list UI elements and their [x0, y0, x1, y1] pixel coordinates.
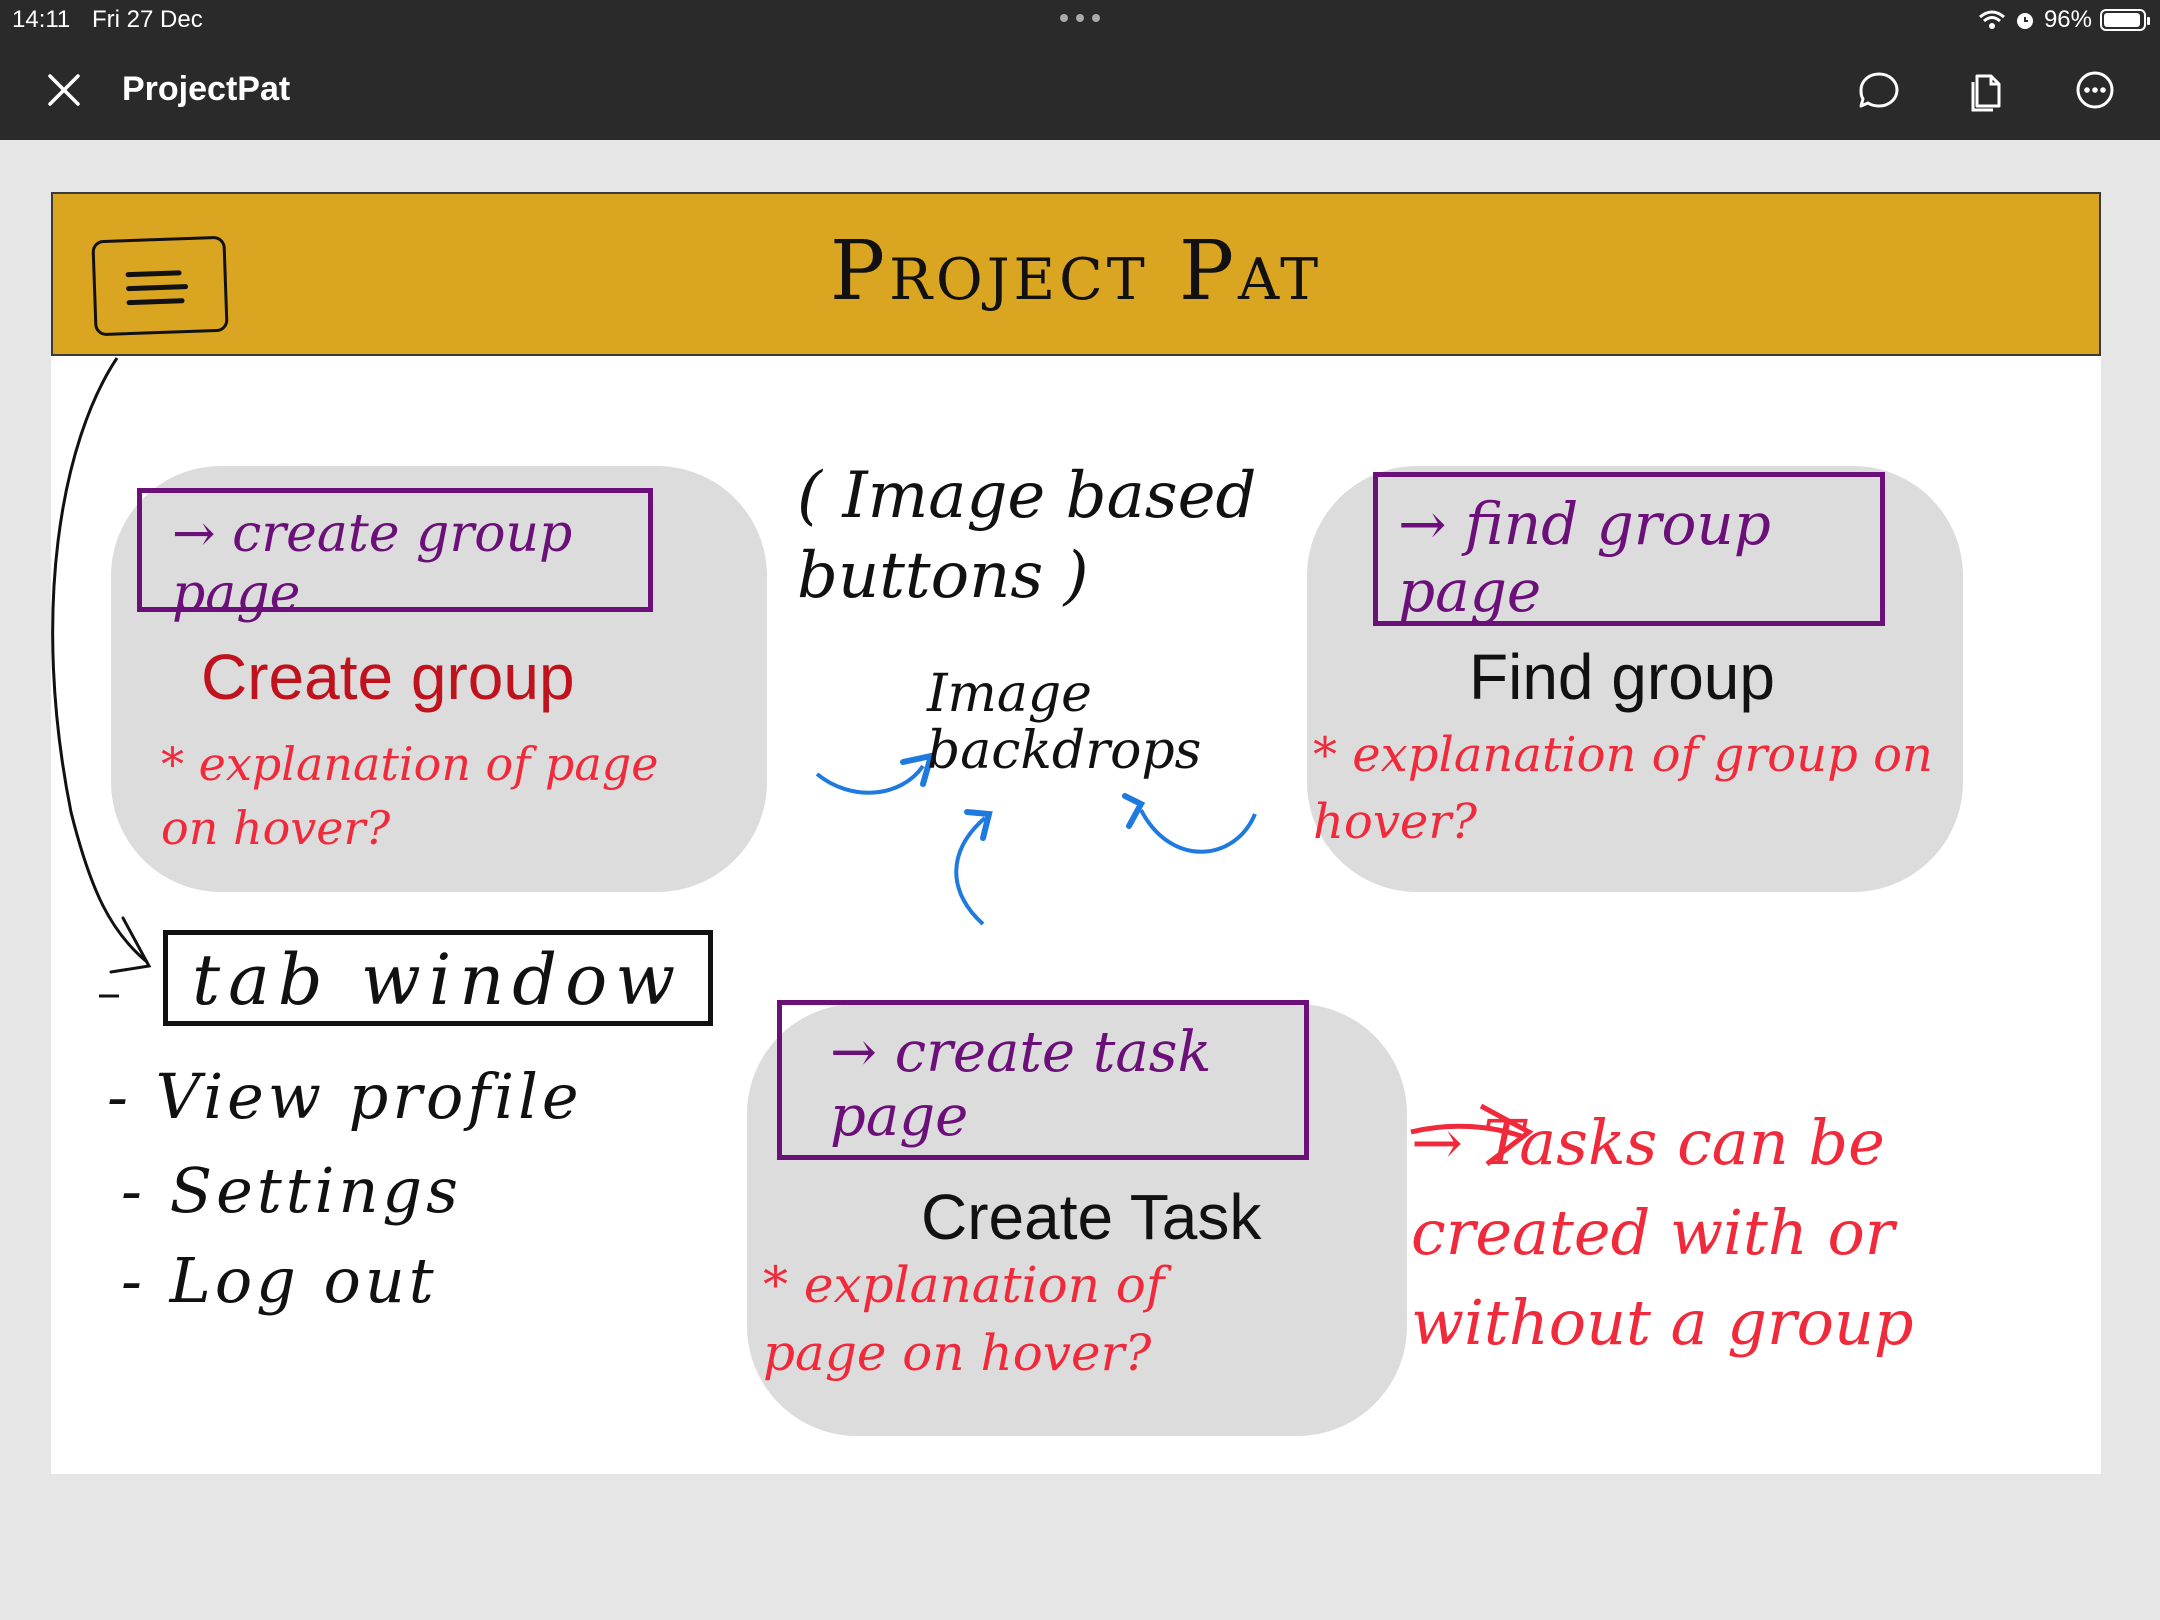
- pages-icon[interactable]: [1963, 66, 2011, 114]
- tab-window-box[interactable]: tab window: [163, 930, 713, 1026]
- close-icon[interactable]: [42, 68, 86, 112]
- create-task-note: * explanation of page on hover?: [763, 1256, 1165, 1382]
- tab-item-view-profile[interactable]: - View profile: [107, 1060, 583, 1133]
- find-group-title: Find group: [1469, 641, 1775, 713]
- battery-percent: 96%: [2043, 6, 2092, 33]
- alarm-icon: [2016, 13, 2033, 29]
- tab-window-label: tab window: [192, 939, 684, 1021]
- comment-icon[interactable]: [1855, 66, 1903, 114]
- multitasking-dots-icon[interactable]: [1058, 8, 1102, 28]
- more-icon[interactable]: [2071, 66, 2119, 114]
- create-task-link-box[interactable]: → create task page: [777, 1000, 1309, 1160]
- create-group-title: Create group: [201, 641, 575, 713]
- create-group-note: * explanation of page on hover?: [161, 737, 659, 856]
- create-task-link[interactable]: → create task page: [830, 1020, 1290, 1150]
- tab-item-settings[interactable]: - Settings: [121, 1154, 462, 1227]
- create-group-link-box[interactable]: → create group page: [137, 488, 653, 624]
- battery-icon: [2100, 9, 2150, 31]
- find-group-note: * explanation of group on hover?: [1313, 727, 1933, 851]
- tab-item-log-out[interactable]: - Log out: [121, 1244, 438, 1317]
- create-task-title: Create Task: [921, 1181, 1262, 1253]
- document-title: ProjectPat: [122, 70, 291, 108]
- status-date: Fri 27 Dec: [92, 6, 203, 33]
- app-toolbar: ProjectPat: [0, 40, 2160, 140]
- find-group-link-box[interactable]: → find group page: [1373, 472, 1885, 626]
- sketch-canvas[interactable]: Project Pat → create group page Create g…: [51, 192, 2101, 1474]
- create-group-link[interactable]: → create group page: [172, 504, 632, 625]
- tasks-note: → Tasks can be created with or without a…: [1411, 1106, 1914, 1359]
- wifi-icon: [1978, 10, 2005, 29]
- image-backdrops-note: Image backdrops: [927, 664, 1202, 782]
- status-time: 14:11: [12, 6, 71, 33]
- status-bar: 14:11 Fri 27 Dec 96%: [0, 0, 2160, 40]
- find-group-link[interactable]: → find group page: [1398, 491, 1858, 625]
